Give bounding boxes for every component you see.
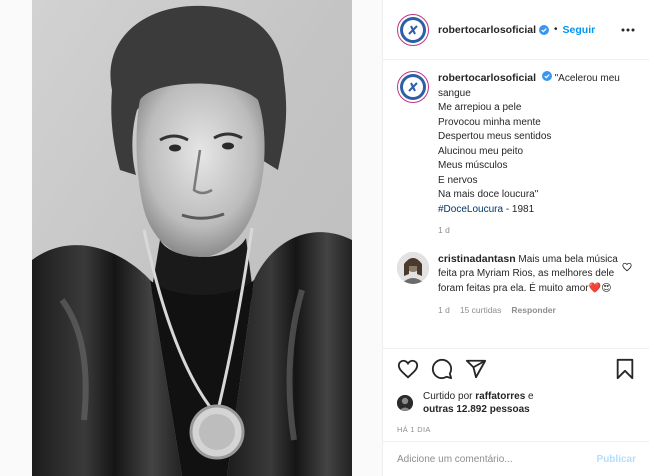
hashtag-link[interactable]: #DoceLoucura <box>438 204 503 215</box>
commenter-username[interactable]: cristinadantasn <box>438 253 516 265</box>
post-actions: Curtido por raffatorres e outras 12.892 … <box>383 348 649 434</box>
bookmark-icon[interactable] <box>614 358 636 380</box>
liked-by-and: e <box>525 391 534 402</box>
comment-emoji: ❤️😍 <box>588 282 612 294</box>
add-comment-bar: Publicar <box>383 441 649 476</box>
comment-input[interactable] <box>397 453 597 465</box>
reply-button[interactable]: Responder <box>511 303 555 318</box>
liked-by-text: Curtido por raffatorres e outras 12.892 … <box>423 390 534 416</box>
post-time[interactable]: HÁ 1 DIA <box>397 425 636 434</box>
publish-button[interactable]: Publicar <box>597 454 636 465</box>
action-icons <box>397 357 636 381</box>
caption-hashtag-line: #DoceLoucura - 1981 <box>438 203 636 218</box>
verified-badge-icon <box>541 71 552 81</box>
comment-body: cristinadantasn Mais uma bela música fei… <box>438 252 628 318</box>
caption: robertocarlosoficial "Acelerou meu sangu… <box>397 71 636 238</box>
liked-by-prefix: Curtido por <box>423 391 476 402</box>
caption-time[interactable]: 1 d <box>438 223 636 238</box>
author-username[interactable]: robertocarlosoficial <box>438 24 536 36</box>
caption-line: Alucinou meu peito <box>438 145 524 157</box>
comment-meta: 1 d 15 curtidas Responder <box>438 303 628 318</box>
caption-line: "Acelerou meu <box>554 73 620 84</box>
share-icon[interactable] <box>465 358 487 380</box>
caption-line: Na mais doce loucura" <box>438 189 539 200</box>
liked-by: Curtido por raffatorres e outras 12.892 … <box>397 390 636 416</box>
comments-section[interactable]: robertocarlosoficial "Acelerou meu sangu… <box>383 61 649 347</box>
comment-time[interactable]: 1 d <box>438 303 450 318</box>
likes-count[interactable]: outras 12.892 pessoas <box>423 404 530 415</box>
comment-like-heart-icon[interactable] <box>622 262 632 272</box>
post-sidebar: robertocarlosoficial • Seguir robertocar… <box>382 0 649 476</box>
caption-first-line: robertocarlosoficial "Acelerou meu <box>438 71 620 84</box>
instagram-post: robertocarlosoficial • Seguir robertocar… <box>0 0 649 476</box>
caption-line: Meus músculos <box>438 160 508 171</box>
liker-username[interactable]: raffatorres <box>475 391 525 402</box>
caption-line: Provocou minha mente <box>438 116 541 128</box>
author-avatar[interactable] <box>397 13 429 46</box>
follow-button[interactable]: Seguir <box>563 24 596 36</box>
caption-line: Me arrepiou a pele <box>438 102 522 113</box>
caption-line: E nervos <box>438 174 478 186</box>
heart-icon[interactable] <box>397 358 419 380</box>
header-separator: • <box>554 24 558 35</box>
comment-likes[interactable]: 15 curtidas <box>460 303 502 318</box>
caption-line: Despertou meus sentidos <box>438 131 552 142</box>
caption-avatar[interactable] <box>397 71 429 103</box>
liker-avatar[interactable] <box>397 395 413 411</box>
verified-badge-icon <box>539 24 550 35</box>
caption-username[interactable]: robertocarlosoficial <box>438 72 536 84</box>
caption-body: robertocarlosoficial "Acelerou meu sangu… <box>438 71 636 238</box>
post-header: robertocarlosoficial • Seguir <box>383 0 649 60</box>
more-options-icon[interactable] <box>620 22 636 38</box>
post-media <box>0 0 382 476</box>
commenter-avatar[interactable] <box>397 251 429 284</box>
post-photo[interactable] <box>32 0 352 476</box>
comment-icon[interactable] <box>431 358 453 380</box>
caption-line: sangue <box>438 87 471 99</box>
comment-item: cristinadantasn Mais uma bela música fei… <box>397 251 636 318</box>
caption-year: - 1981 <box>503 203 535 215</box>
